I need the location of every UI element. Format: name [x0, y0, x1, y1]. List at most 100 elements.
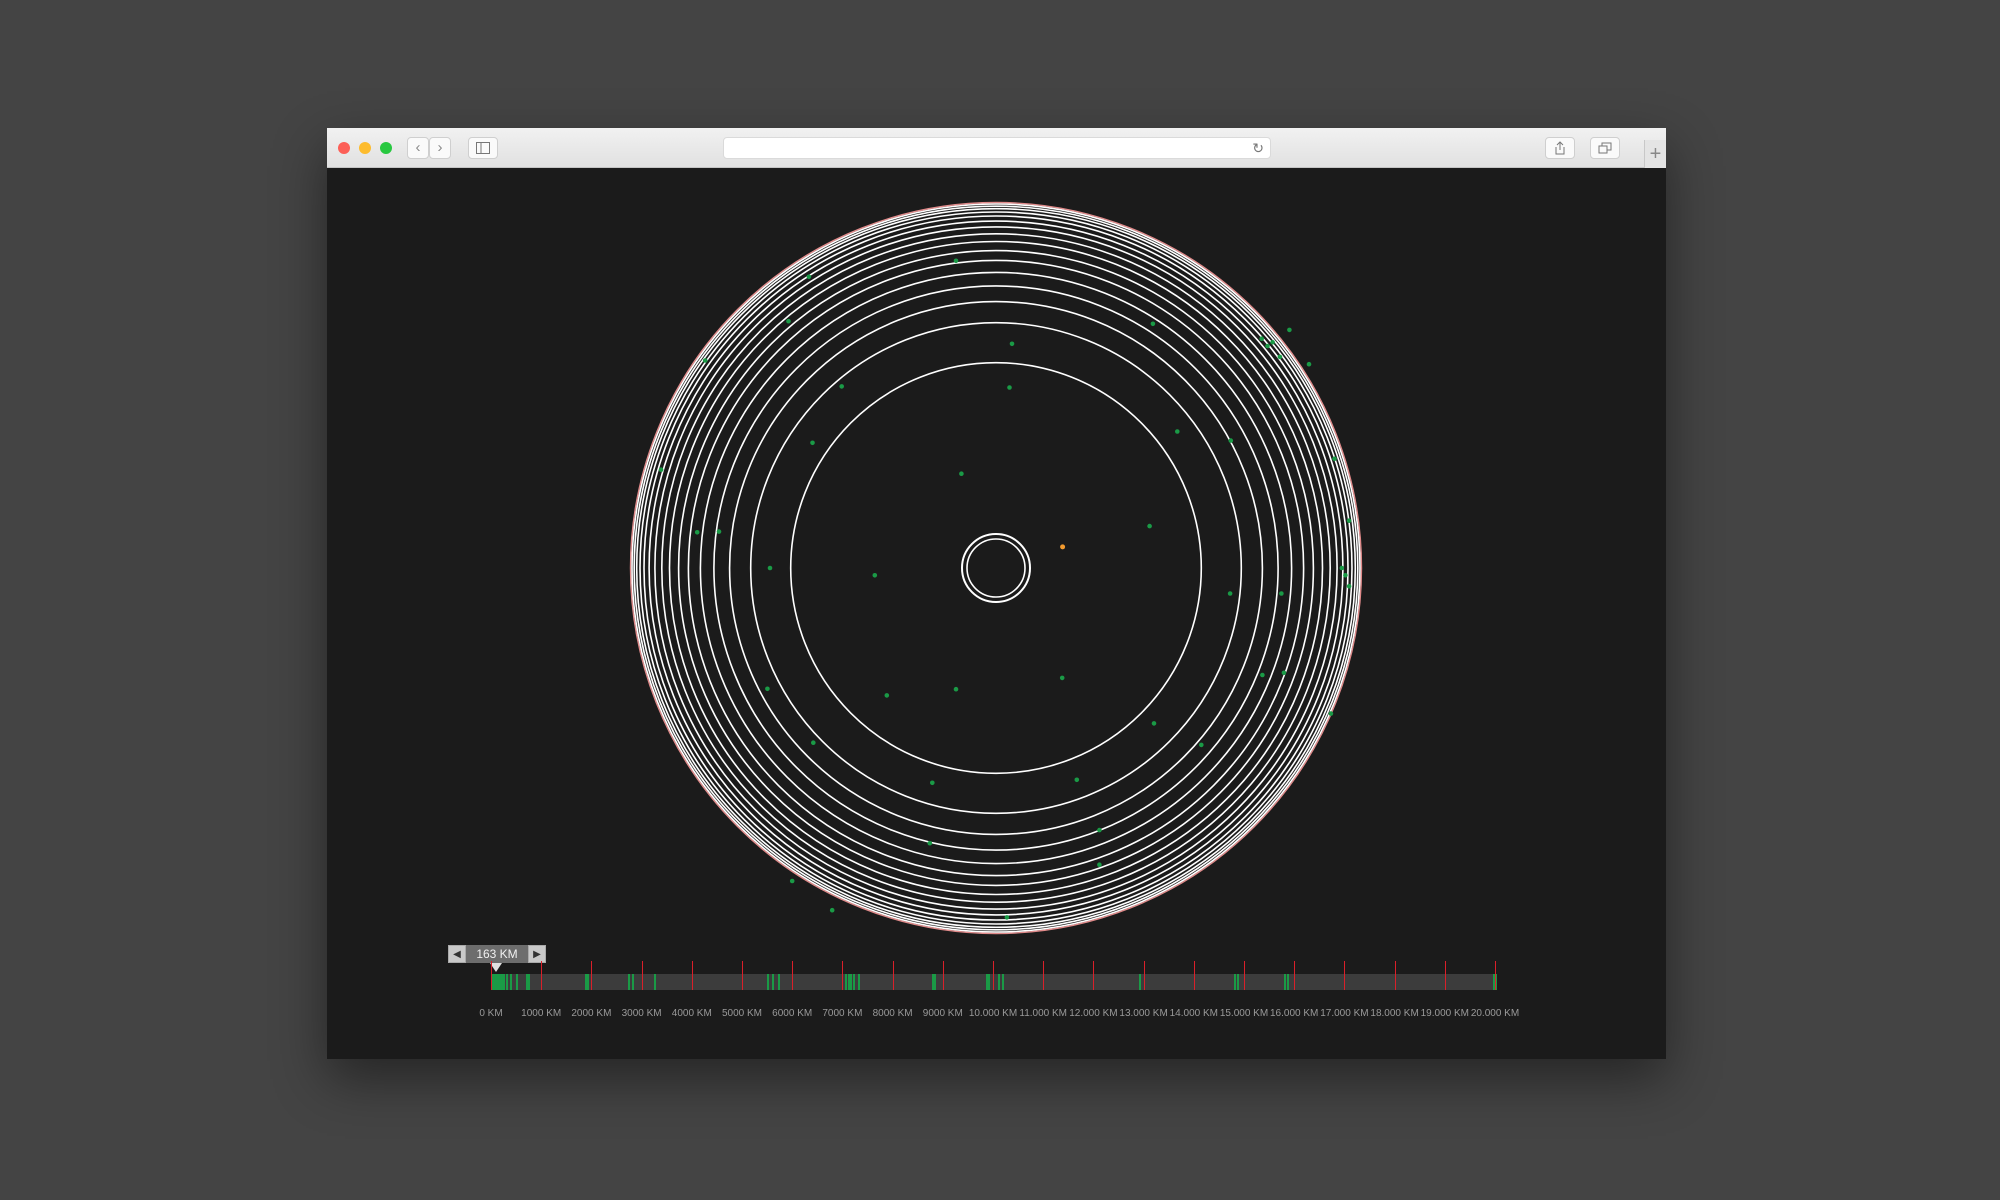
timeline-event-mark — [934, 974, 937, 990]
timeline-event-mark — [1236, 974, 1239, 990]
distance-value: 163 KM — [466, 945, 528, 963]
back-icon[interactable]: ‹ — [407, 137, 429, 159]
ring — [668, 240, 1324, 896]
timeline-event-mark — [767, 974, 770, 990]
address-bar[interactable]: ↻ — [723, 137, 1271, 159]
tabs-icon[interactable] — [1590, 137, 1620, 159]
sidebar-icon[interactable] — [468, 137, 498, 159]
forward-icon[interactable]: › — [429, 137, 451, 159]
ring — [713, 285, 1279, 851]
timeline-tick — [691, 961, 693, 990]
next-arrow-icon[interactable]: ▶ — [528, 945, 546, 963]
browser-window: ‹ › ↻ + ◀ 163 KM ▶ 0 KM 1000 KM 2000 KM 300… — [327, 128, 1666, 1059]
timeline-tick-label: 17.000 KM — [1320, 1008, 1369, 1019]
event-dot — [1277, 354, 1283, 360]
timeline-tick — [1294, 961, 1296, 990]
timeline-tick — [1495, 961, 1496, 990]
timeline-event-mark — [502, 974, 505, 990]
event-dot — [786, 318, 791, 324]
timeline-event-mark — [772, 974, 775, 990]
timeline-tick — [641, 961, 643, 990]
event-dot — [1150, 321, 1156, 327]
timeline-tick — [1444, 961, 1446, 990]
event-dot — [1259, 336, 1264, 341]
timeline-tick — [892, 961, 894, 990]
timeline-tick — [541, 961, 543, 990]
event-dot — [953, 686, 959, 692]
event-dot — [927, 840, 933, 846]
timeline-event-mark — [853, 974, 856, 990]
event-dot — [1147, 523, 1152, 529]
new-tab-icon[interactable]: + — [1644, 140, 1666, 168]
event-dot — [765, 686, 770, 692]
minimize-window-button[interactable] — [359, 142, 371, 154]
timeline-event-mark — [850, 974, 853, 990]
timeline-tick — [993, 961, 994, 990]
event-dot — [1004, 915, 1010, 920]
event-dot — [1346, 583, 1352, 589]
event-dot — [1332, 456, 1337, 462]
timeline-tick-label: 10.000 KM — [968, 1008, 1018, 1019]
event-dot — [1097, 827, 1102, 833]
distance-control: ◀ 163 KM ▶ — [448, 945, 546, 963]
event-dot — [1339, 565, 1345, 571]
close-window-button[interactable] — [338, 142, 350, 154]
timeline-tick-label: 2000 KM — [571, 1008, 612, 1019]
event-dot — [1265, 343, 1270, 349]
event-dot — [1306, 361, 1312, 367]
highlight-dot — [1060, 544, 1066, 550]
event-dot — [716, 529, 722, 534]
timeline-tick-label: 8000 KM — [872, 1008, 913, 1019]
event-dot — [1227, 591, 1233, 596]
event-dot — [767, 565, 773, 571]
timeline-tick-label: 16.000 KM — [1270, 1008, 1319, 1019]
ring — [677, 249, 1315, 887]
timeline-tick — [942, 961, 944, 990]
event-dot — [806, 274, 812, 280]
timeline-event-mark — [654, 974, 657, 990]
event-dot — [810, 440, 815, 446]
event-dot — [953, 258, 959, 264]
reload-icon[interactable]: ↻ — [1252, 138, 1264, 158]
timeline-tick-label: 13.000 KM — [1119, 1008, 1168, 1019]
timeline-tick — [1093, 961, 1095, 990]
timeline-event-mark — [506, 974, 509, 990]
timeline-event-mark — [510, 974, 513, 990]
event-dot — [930, 780, 935, 786]
timeline-tick — [842, 961, 844, 990]
timeline-tick — [742, 961, 743, 990]
timeline-event-mark — [516, 974, 519, 990]
event-dot — [694, 530, 700, 535]
timeline-event-mark — [1138, 974, 1141, 990]
timeline-tick-label: 1000 KM — [521, 1008, 562, 1019]
timeline-tick — [1043, 961, 1045, 990]
event-dot — [1328, 711, 1334, 716]
event-dot — [1270, 340, 1275, 345]
prev-arrow-icon[interactable]: ◀ — [448, 945, 466, 963]
timeline-tick — [1143, 961, 1145, 990]
event-dot — [702, 358, 708, 363]
timeline-event-mark — [1286, 974, 1289, 990]
timeline-tick — [491, 961, 492, 990]
event-dot — [829, 907, 835, 913]
ring — [633, 205, 1359, 931]
timeline-tick-label: 15.000 KM — [1219, 1008, 1269, 1019]
timeline-tick-label: 6000 KM — [772, 1008, 813, 1019]
share-icon[interactable] — [1545, 137, 1575, 159]
timeline-tick — [792, 961, 794, 990]
zoom-window-button[interactable] — [380, 142, 392, 154]
event-dot — [1059, 675, 1065, 681]
timeline-tick-label: 0 KM — [479, 1008, 503, 1019]
timeline-tick-label: 20.000 KM — [1470, 1008, 1520, 1019]
timeline-tick-label: 7000 KM — [822, 1008, 863, 1019]
event-dot — [1199, 742, 1204, 748]
timeline-tick-label: 11.000 KM — [1019, 1008, 1067, 1019]
timeline-event-mark — [845, 974, 848, 990]
ring-disc — [629, 201, 1363, 935]
timeline-event-mark — [988, 974, 990, 990]
event-dot — [1281, 670, 1287, 676]
timeline-track[interactable] — [491, 961, 1497, 990]
event-dot — [1287, 327, 1292, 333]
event-dot — [1151, 721, 1157, 726]
timeline-tick-label: 14.000 KM — [1169, 1008, 1218, 1019]
